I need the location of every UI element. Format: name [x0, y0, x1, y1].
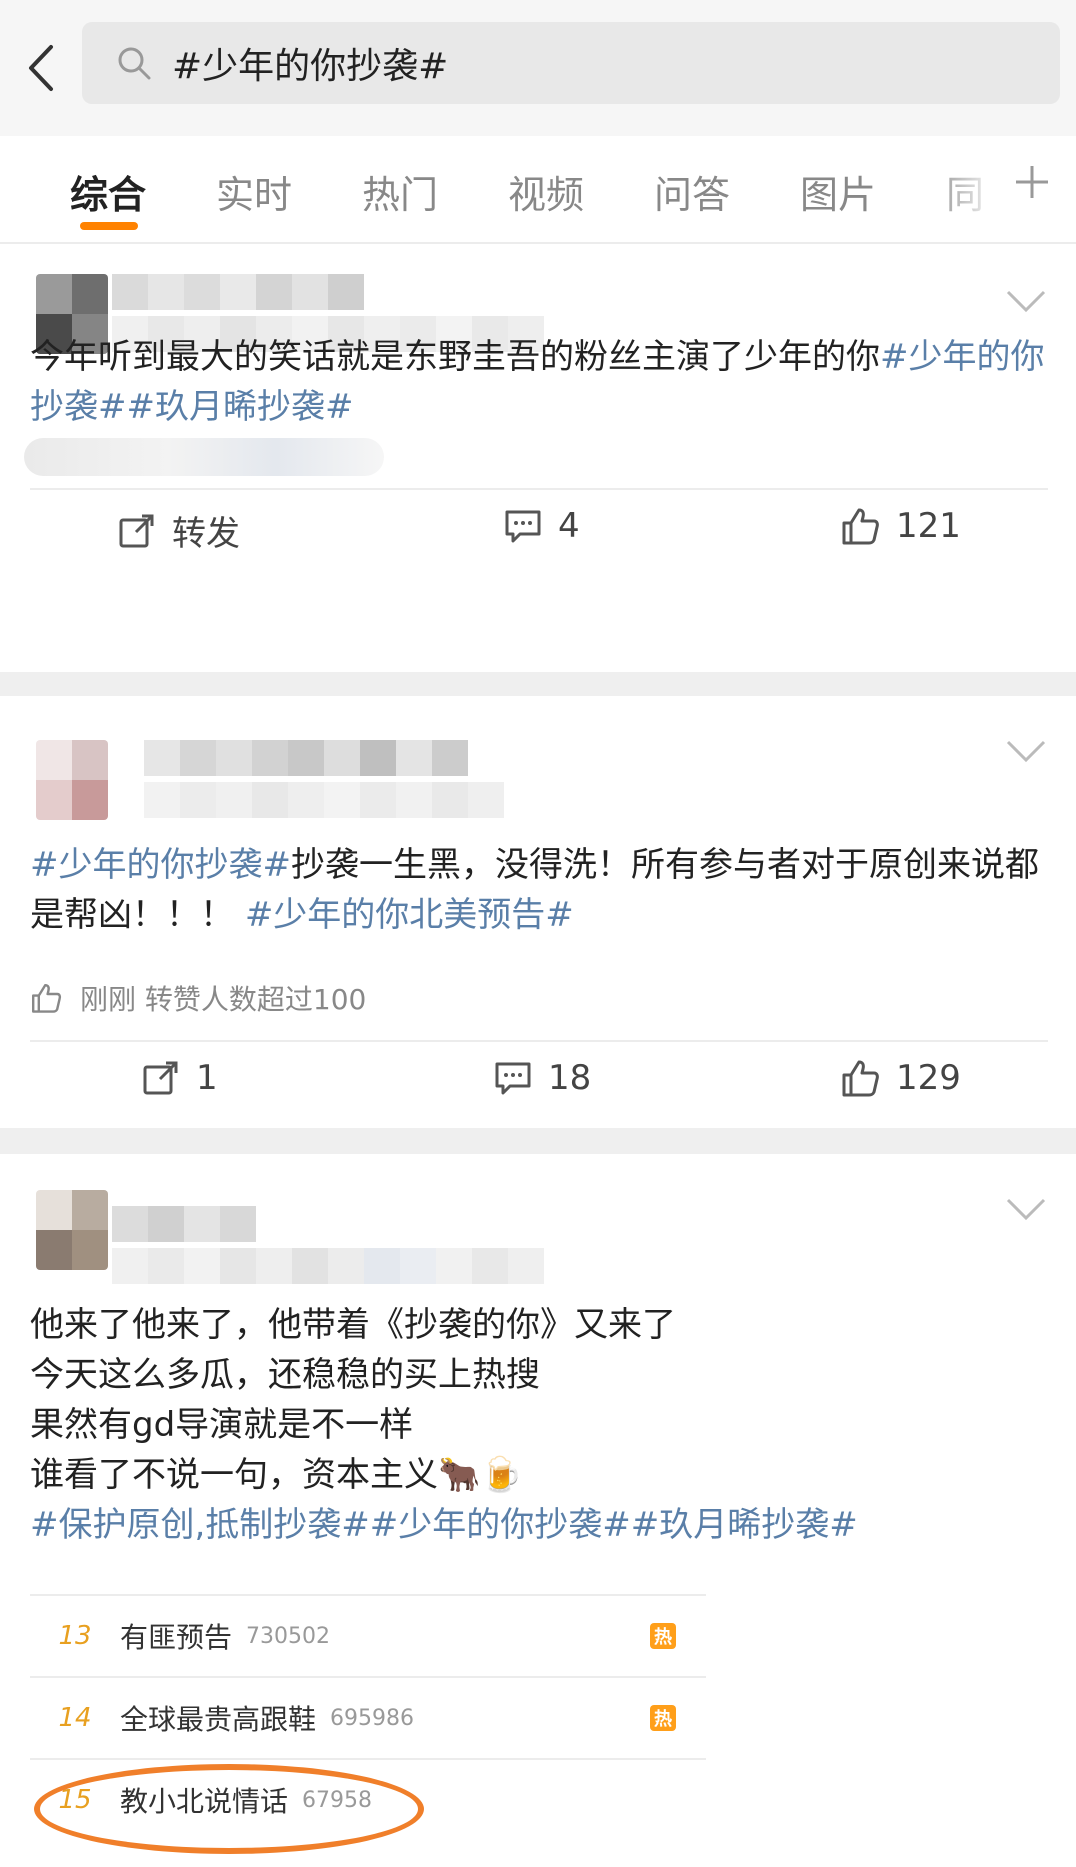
repost-count: 1: [196, 1058, 218, 1098]
tab-comprehensive[interactable]: 综合: [70, 164, 146, 219]
back-arrow-icon[interactable]: [18, 36, 62, 100]
repost-button[interactable]: 转发: [118, 506, 240, 555]
hot-title: 有匪预告: [120, 1621, 233, 1654]
hot-search-item[interactable]: 14 全球最贵高跟鞋 695986 热: [30, 1676, 706, 1758]
tab-realtime[interactable]: 实时: [216, 164, 292, 219]
post-meta-text: 刚刚 转赞人数超过100: [80, 983, 367, 1016]
thumbs-up-icon: [842, 508, 879, 545]
hot-badge: 热: [650, 1705, 676, 1731]
post-meta: 刚刚 转赞人数超过100: [30, 978, 366, 1018]
tab-bar: 综合 实时 热门 视频 问答 图片 同: [0, 136, 1076, 244]
meta-blurred: [112, 1248, 544, 1296]
post-hashtags[interactable]: #保护原创,抵制抄袭##少年的你抄袭##玖月晞抄袭#: [30, 1500, 1050, 1550]
comment-button[interactable]: 18: [494, 1058, 591, 1098]
hot-badge: 热: [650, 1623, 676, 1649]
post-card: 今年听到最大的笑话就是东野圭吾的粉丝主演了少年的你#少年的你抄袭##玖月晞抄袭#…: [0, 246, 1076, 672]
post-text: #少年的你抄袭#抄袭一生黑，没得洗！所有参与者对于原创来说都是帮凶！！！ #少年…: [30, 840, 1050, 940]
like-button[interactable]: 129: [840, 1058, 961, 1098]
hot-count: 730502: [246, 1623, 330, 1649]
repost-icon: [143, 1061, 178, 1095]
post-body: 今年听到最大的笑话就是东野圭吾的粉丝主演了少年的你: [30, 337, 880, 377]
post-divider: [30, 488, 1048, 490]
avatar[interactable]: [36, 1190, 108, 1270]
post-line: 他来了他来了，他带着《抄袭的你》又来了: [30, 1305, 676, 1345]
search-input[interactable]: #少年的你抄袭#: [82, 22, 1060, 104]
avatar[interactable]: [36, 740, 108, 820]
post-hashtag[interactable]: #少年的你北美预告#: [245, 895, 574, 935]
search-icon: [112, 41, 156, 85]
post-hashtag[interactable]: #少年的你抄袭#: [30, 845, 291, 885]
post-line: 谁看了不说一句，资本主义🐂🍺: [30, 1455, 523, 1495]
section-gap: [0, 1128, 1076, 1154]
like-count: 129: [896, 1058, 961, 1098]
highlight-circle: [34, 1764, 424, 1854]
post-line: 今天这么多瓜，还稳稳的买上热搜: [30, 1355, 540, 1395]
comment-count: 4: [558, 506, 580, 546]
chevron-down-icon[interactable]: [1004, 1194, 1048, 1224]
meta-blurred: [144, 782, 504, 830]
hot-rank: 13: [58, 1621, 92, 1651]
plus-icon[interactable]: [1010, 160, 1054, 204]
like-button[interactable]: 121: [840, 506, 961, 546]
hot-rank: 14: [58, 1703, 92, 1733]
post-divider: [30, 1040, 1048, 1042]
chevron-down-icon[interactable]: [1004, 286, 1048, 316]
tab-qa[interactable]: 问答: [654, 164, 730, 219]
search-query: #少年的你抄袭#: [172, 46, 449, 87]
tab-images[interactable]: 图片: [800, 164, 876, 219]
like-count: 121: [896, 506, 961, 546]
username-blurred[interactable]: [144, 740, 468, 788]
tab-active-indicator: [80, 222, 138, 230]
hot-count: 695986: [330, 1705, 414, 1731]
comment-icon: [505, 510, 541, 543]
post-line: 果然有gd导演就是不一样: [30, 1405, 414, 1445]
search-header: #少年的你抄袭#: [0, 0, 1076, 136]
comment-icon: [495, 1062, 531, 1095]
repost-icon: [119, 514, 154, 547]
thumbs-up-icon: [32, 984, 62, 1013]
comment-count: 18: [548, 1058, 592, 1098]
tab-fade: [940, 156, 1000, 220]
username-blurred[interactable]: [112, 1206, 256, 1254]
repost-button[interactable]: 1: [142, 1058, 218, 1098]
post-card: 他来了他来了，他带着《抄袭的你》又来了 今天这么多瓜，还稳稳的买上热搜 果然有g…: [0, 1154, 1076, 1867]
post-text: 今年听到最大的笑话就是东野圭吾的粉丝主演了少年的你#少年的你抄袭##玖月晞抄袭#: [30, 332, 1050, 432]
section-gap: [0, 672, 1076, 696]
repost-label: 转发: [172, 514, 240, 554]
username-blurred[interactable]: [112, 274, 364, 322]
comment-button[interactable]: 4: [504, 506, 580, 546]
tab-hot[interactable]: 热门: [362, 164, 438, 219]
post-meta-blurred: [24, 438, 384, 476]
hot-search-item[interactable]: 13 有匪预告 730502 热: [30, 1594, 706, 1676]
chevron-down-icon[interactable]: [1004, 736, 1048, 766]
post-text: 他来了他来了，他带着《抄袭的你》又来了 今天这么多瓜，还稳稳的买上热搜 果然有g…: [30, 1300, 1050, 1550]
tab-video[interactable]: 视频: [508, 164, 584, 219]
post-card: #少年的你抄袭#抄袭一生黑，没得洗！所有参与者对于原创来说都是帮凶！！！ #少年…: [0, 696, 1076, 1128]
hot-title: 全球最贵高跟鞋: [120, 1703, 317, 1736]
thumbs-up-icon: [842, 1060, 879, 1097]
